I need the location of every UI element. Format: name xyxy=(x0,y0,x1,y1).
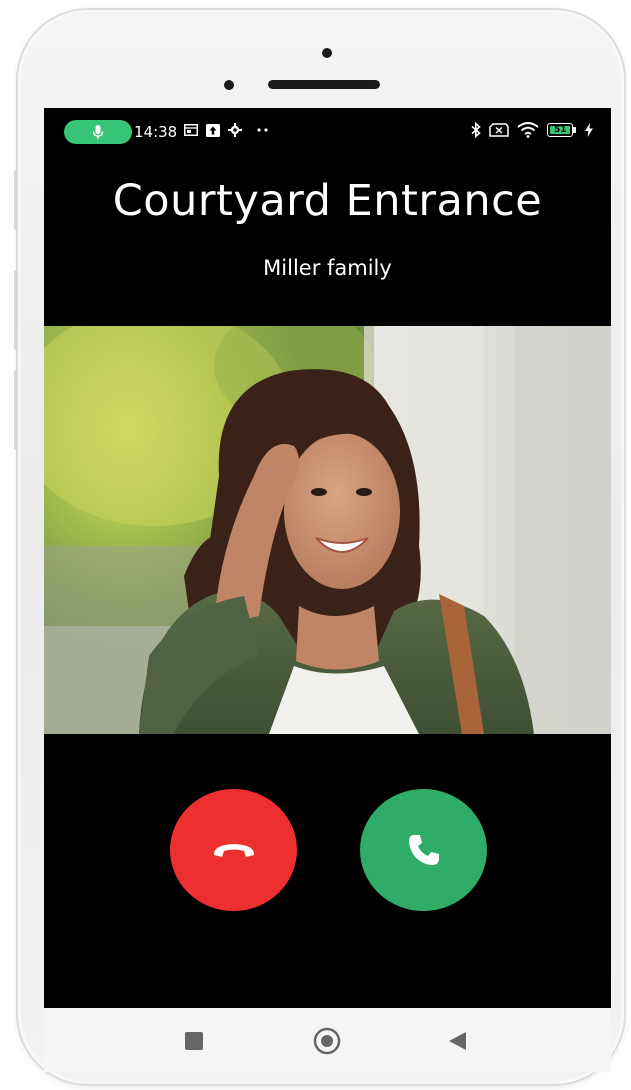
call-title: Courtyard Entrance xyxy=(112,176,543,226)
more-dots-icon xyxy=(257,128,268,132)
bluetooth-icon xyxy=(471,122,481,138)
call-subtitle: Miller family xyxy=(263,256,392,280)
screenshot-icon xyxy=(184,124,198,136)
side-button xyxy=(14,370,18,450)
decline-call-button[interactable] xyxy=(170,789,297,911)
phone-screen: 14:38 51 Courtyard Entrance Miller famil… xyxy=(44,108,611,1008)
upload-icon xyxy=(206,123,220,137)
microphone-icon xyxy=(92,125,104,139)
mic-active-indicator xyxy=(64,120,132,144)
home-icon xyxy=(313,1027,341,1055)
recent-apps-icon xyxy=(185,1032,203,1050)
battery-level: 51 xyxy=(554,125,567,135)
caller-portrait xyxy=(44,326,611,734)
navigation-bar xyxy=(44,1008,611,1072)
front-camera xyxy=(224,80,234,90)
front-sensor xyxy=(322,48,332,58)
power-button xyxy=(14,270,18,350)
recent-apps-button[interactable] xyxy=(184,1032,204,1050)
phone-icon xyxy=(408,835,439,865)
back-icon xyxy=(449,1032,466,1050)
hang-up-icon xyxy=(213,844,254,857)
status-bar: 14:38 51 xyxy=(44,108,611,156)
status-time: 14:38 xyxy=(134,123,178,141)
wifi-icon xyxy=(517,122,539,138)
accept-call-button[interactable] xyxy=(360,789,487,911)
volume-button xyxy=(14,170,18,230)
earpiece-speaker xyxy=(268,80,380,89)
caller-video-feed xyxy=(44,326,611,734)
home-button[interactable] xyxy=(312,1026,342,1056)
settings-icon xyxy=(228,123,242,137)
charging-icon xyxy=(585,123,593,137)
back-button[interactable] xyxy=(446,1030,468,1052)
battery-icon: 51 xyxy=(547,123,577,137)
no-sim-icon xyxy=(489,123,509,137)
